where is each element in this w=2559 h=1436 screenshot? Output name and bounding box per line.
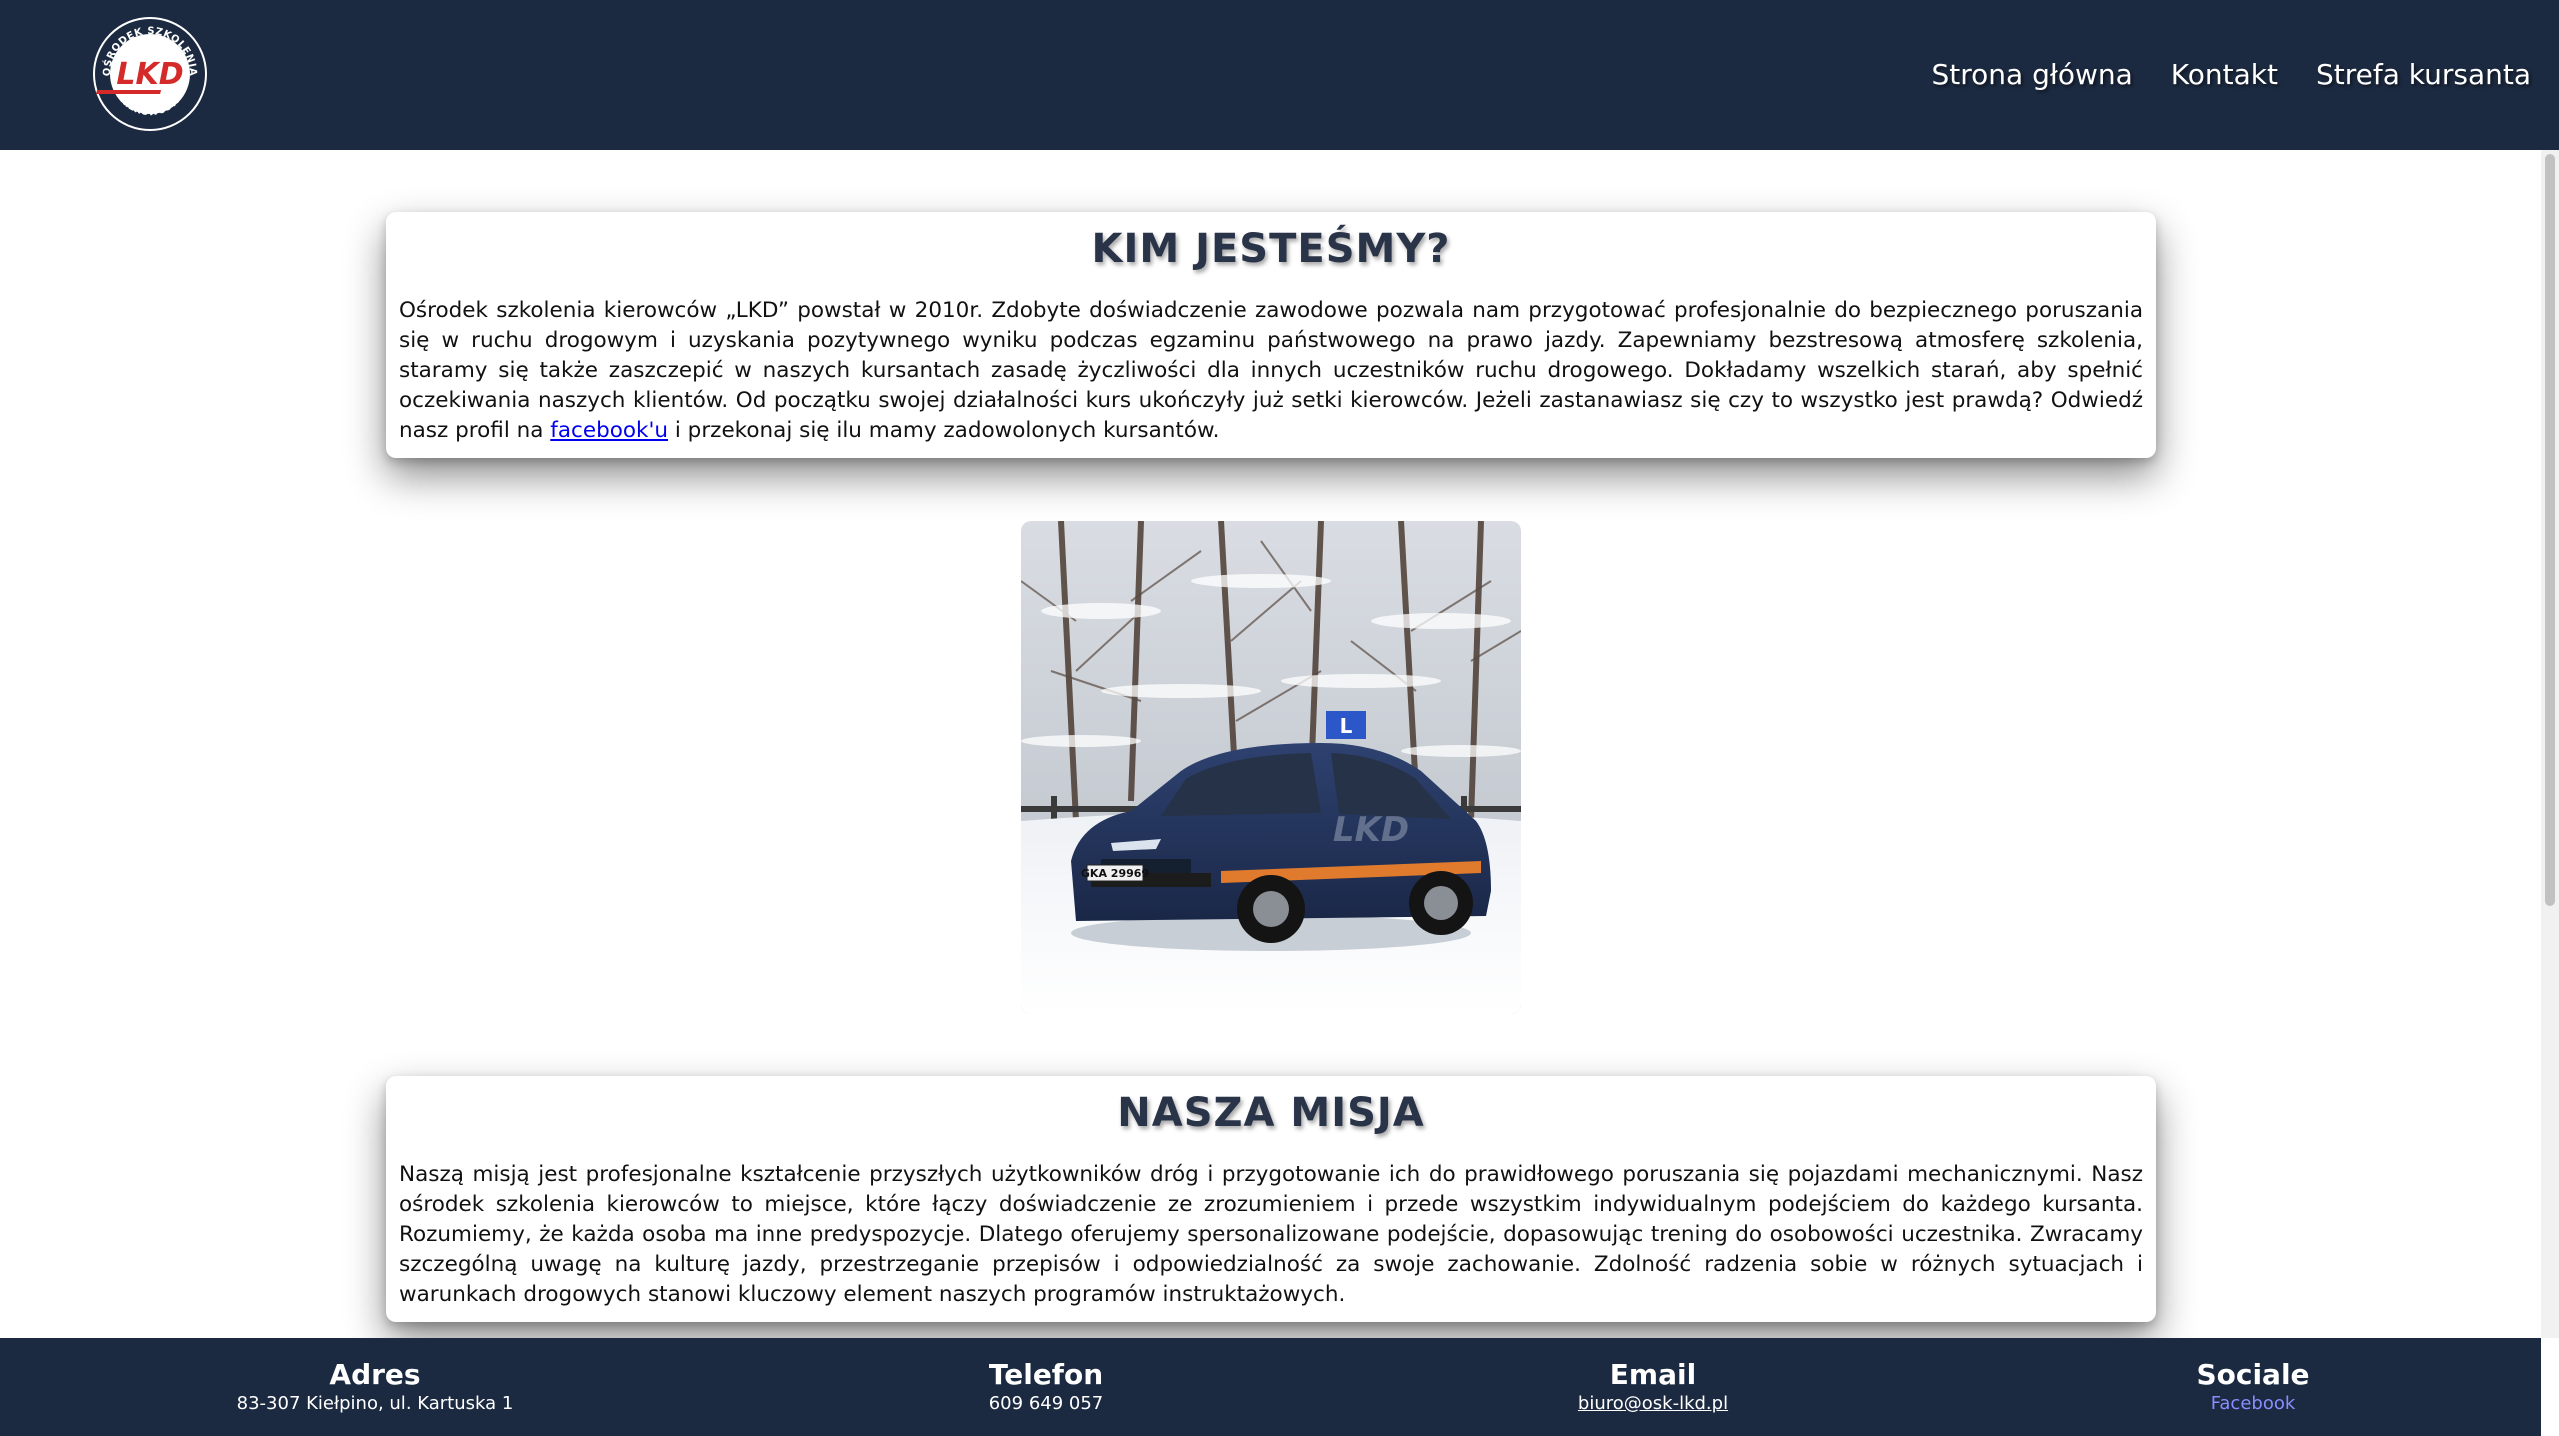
about-text: Ośrodek szkolenia kierowców „LKD” powsta… [399,296,2143,446]
car-logo: LKD [1333,810,1409,850]
footer-email-link[interactable]: biuro@osk-lkd.pl [1453,1392,1853,1416]
page-scrollbar[interactable] [2541,150,2559,1338]
site-footer: Adres 83-307 Kiełpino, ul. Kartuska 1 Te… [0,1338,2541,1436]
footer-address-title: Adres [329,1358,421,1391]
site-header: OŚRODEK SZKOLENIA KIEROWCÓW LKD Strona g… [0,0,2559,150]
footer-phone-value: 609 649 057 [988,1393,1104,1414]
footer-address: Adres 83-307 Kiełpino, ul. Kartuska 1 [175,1358,575,1416]
footer-email: Email biuro@osk-lkd.pl [1453,1358,1853,1416]
main-nav: Strona główna Kontakt Strefa kursanta [1932,58,2531,91]
nav-home-link[interactable]: Strona główna [1932,58,2133,91]
mission-title: NASZA MISJA [1117,1090,1425,1136]
scrollbar-thumb[interactable] [2545,154,2555,906]
car-photo: GKA 29969 LKD L [1021,521,1521,1014]
footer-email-title: Email [1609,1358,1697,1391]
footer-social: Sociale Facebook [2053,1358,2453,1416]
roof-sign: L [1340,714,1353,738]
footer-phone: Telefon 609 649 057 [846,1358,1246,1416]
about-title: KIM JESTEŚMY? [1091,226,1451,272]
lkd-logo[interactable]: OŚRODEK SZKOLENIA KIEROWCÓW LKD [88,12,213,137]
footer-address-value: 83-307 Kiełpino, ul. Kartuska 1 [236,1393,514,1414]
footer-phone-title: Telefon [988,1358,1104,1391]
about-card: KIM JESTEŚMY? Ośrodek szkolenia kierowcó… [386,212,2156,458]
about-text-part2: i przekonaj się ilu mamy zadowolonych ku… [668,418,1220,443]
nav-contact-link[interactable]: Kontakt [2171,58,2278,91]
car-plate: GKA 29969 [1081,867,1149,880]
facebook-link[interactable]: facebook'u [550,418,668,443]
nav-student-zone-link[interactable]: Strefa kursanta [2316,58,2531,91]
car-photo-illustration: GKA 29969 LKD L [1021,521,1521,1014]
logo-mark: LKD [116,57,183,92]
mission-text: Naszą misją jest profesjonalne kształcen… [399,1162,2143,1307]
footer-facebook-link[interactable]: Facebook [2053,1392,2453,1416]
footer-social-title: Sociale [2196,1358,2310,1391]
mission-card: NASZA MISJA Naszą misją jest profesjonal… [386,1076,2156,1322]
